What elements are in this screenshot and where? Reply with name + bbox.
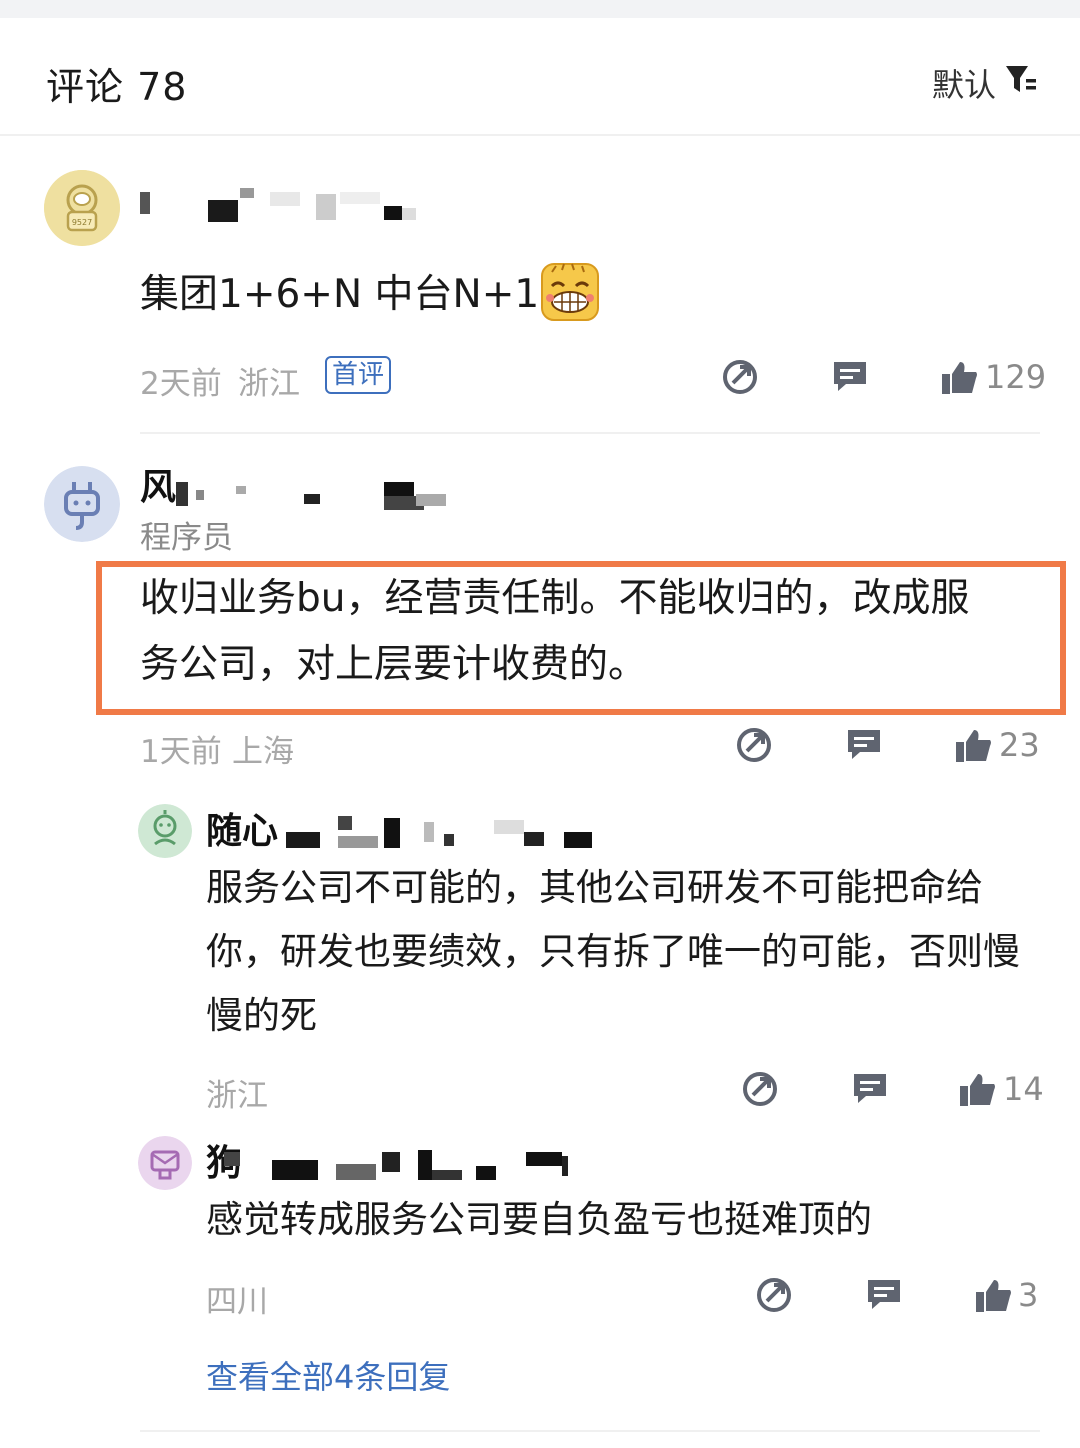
grinning-face-emoji	[541, 263, 599, 321]
reply-text: 服务公司不可能的，其他公司研发不可能把命给 你，研发也要绩效，只有拆了唯一的可能…	[206, 866, 1020, 1037]
avatar[interactable]	[44, 466, 120, 542]
like-count: 14	[1003, 1070, 1044, 1108]
redacted-username	[176, 472, 456, 512]
comment-text: 集团1+6+N 中台N+1	[140, 272, 540, 317]
share-icon[interactable]	[734, 724, 774, 764]
reply-icon[interactable]	[830, 356, 870, 396]
filter-icon[interactable]	[1004, 62, 1038, 96]
comment-time: 1天前	[140, 734, 222, 770]
reply-icon[interactable]	[864, 1274, 904, 1314]
avatar[interactable]: 9527	[44, 170, 120, 246]
comment-location: 浙江	[238, 366, 300, 402]
like-count: 3	[1018, 1276, 1039, 1314]
reply-icon[interactable]	[844, 724, 884, 764]
thumbs-up-icon[interactable]	[954, 726, 994, 766]
reply-text: 感觉转成服务公司要自负盈亏也挺难顶的	[206, 1198, 872, 1241]
robot-avatar-icon	[138, 804, 192, 858]
comments-title: 评论 78	[46, 65, 188, 109]
divider	[140, 432, 1040, 434]
view-all-replies-link[interactable]: 查看全部4条回复	[206, 1352, 450, 1398]
username[interactable]: 随心	[206, 810, 278, 854]
avatar[interactable]	[138, 1136, 192, 1190]
comment-time: 2天前	[140, 366, 222, 402]
reply-location: 四川	[206, 1284, 268, 1320]
redacted-username	[140, 186, 420, 226]
user-role: 程序员	[140, 520, 233, 556]
share-icon[interactable]	[720, 356, 760, 396]
share-icon[interactable]	[754, 1274, 794, 1314]
username[interactable]: 风	[140, 466, 176, 510]
share-icon[interactable]	[740, 1068, 780, 1108]
thumbs-up-icon[interactable]	[940, 358, 980, 398]
svg-text:9527: 9527	[72, 218, 92, 227]
divider	[140, 1430, 1040, 1432]
mailbox-avatar-icon	[138, 1136, 192, 1190]
like-count: 129	[985, 358, 1047, 396]
reply-icon[interactable]	[850, 1068, 890, 1108]
reply-location: 浙江	[206, 1078, 268, 1114]
plug-avatar-icon	[44, 466, 120, 542]
top-status-strip	[0, 0, 1080, 18]
redacted-username	[222, 1146, 582, 1186]
redacted-username	[284, 814, 604, 854]
comment-text: 收归业务bu，经营责任制。不能收归的，改成服 务公司，对上层要计收费的。	[140, 576, 970, 687]
avatar[interactable]	[138, 804, 192, 858]
thumbs-up-icon[interactable]	[974, 1276, 1014, 1316]
like-count: 23	[999, 726, 1040, 764]
thumbs-up-icon[interactable]	[958, 1070, 998, 1110]
sort-dropdown[interactable]: 默认	[932, 60, 996, 106]
first-comment-badge: 首评	[325, 356, 392, 394]
comments-header: 评论 78 默认	[0, 18, 1080, 136]
comment-location: 上海	[232, 734, 294, 770]
astronaut-avatar-icon: 9527	[44, 170, 120, 246]
